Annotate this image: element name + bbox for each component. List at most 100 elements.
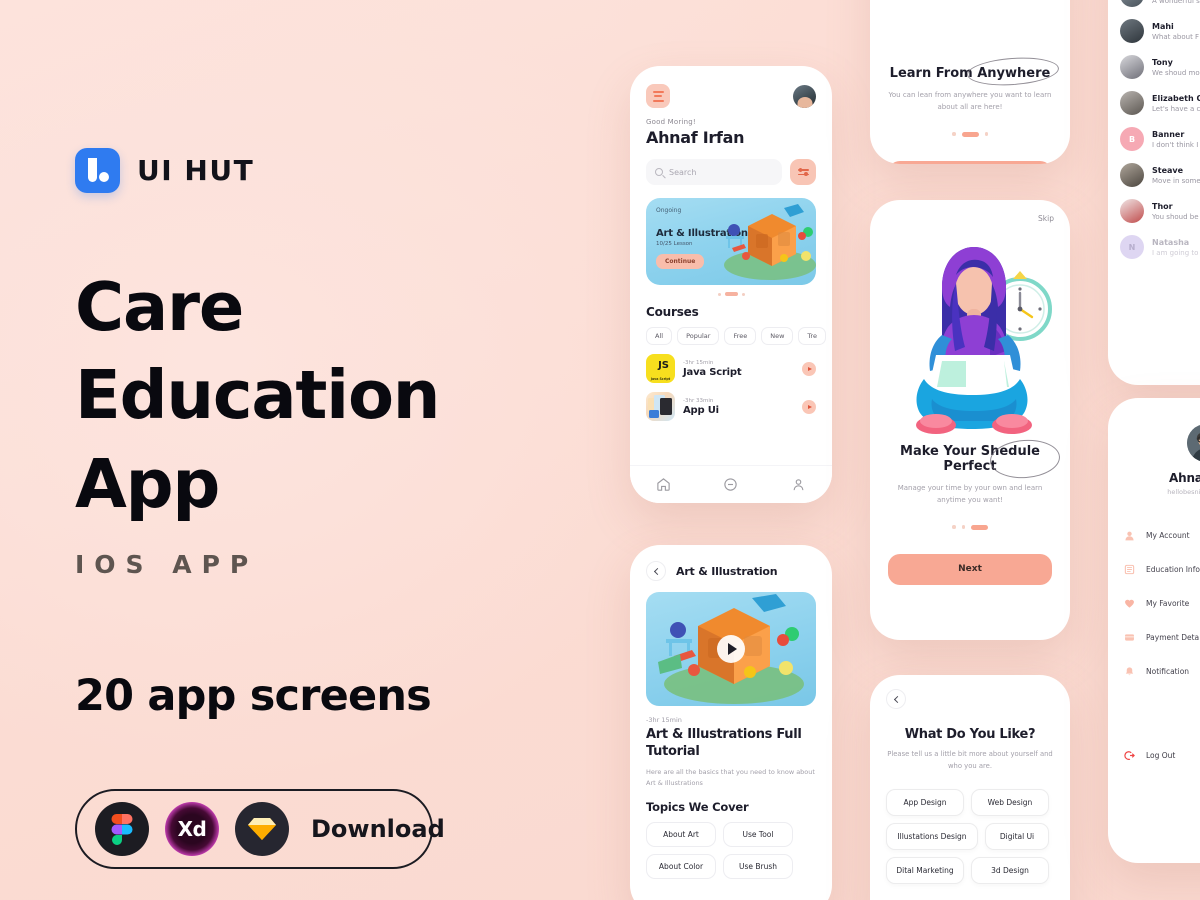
screens-count: 20 app screens xyxy=(75,671,432,722)
next-button[interactable]: Next xyxy=(888,553,1052,585)
avatar xyxy=(1120,199,1144,223)
person-icon[interactable] xyxy=(791,477,806,492)
list-item[interactable]: Tony We shoud mo xyxy=(1120,55,1200,79)
pager-dot-active[interactable] xyxy=(961,131,979,137)
topic-chip-use-brush[interactable]: Use Brush xyxy=(723,854,793,880)
course-detail-mockup: Art & Illustration -3hr 15min Art & Illu… xyxy=(630,545,832,900)
interest-chip-digital-ui[interactable]: Digital Ui xyxy=(985,823,1049,851)
chevron-left-icon[interactable] xyxy=(886,689,906,709)
download-label: Download xyxy=(311,815,445,844)
heart-icon xyxy=(1125,599,1134,608)
chat-name: Thor xyxy=(1152,201,1173,211)
play-icon[interactable] xyxy=(802,399,816,414)
course-duration: -3hr 15min xyxy=(683,359,714,366)
course-heading: Art & Illustrations Full Tutorial xyxy=(646,727,802,759)
chat-message: A wonderful s xyxy=(1152,0,1200,5)
carousel-pager[interactable] xyxy=(646,292,816,296)
profile-email: hellobesnik@gmail.com xyxy=(1167,488,1200,496)
list-item[interactable]: B Banner I don't think I xyxy=(1120,127,1200,151)
filter-sliders-icon[interactable] xyxy=(790,159,816,185)
topic-chip-use-tool[interactable]: Use Tool xyxy=(723,822,793,848)
filter-chip-new[interactable]: New xyxy=(761,327,794,345)
continue-button[interactable]: Continue xyxy=(656,254,705,269)
menu-item-my-account[interactable]: My Account xyxy=(1108,518,1200,552)
menu-item-notification[interactable]: Notification xyxy=(1108,654,1200,688)
topic-chip-about-art[interactable]: About Art xyxy=(646,822,716,848)
user-avatar[interactable] xyxy=(793,84,816,108)
hamburger-icon[interactable] xyxy=(646,84,670,108)
list-item[interactable]: JS Java Script -3hr 15min Java Script xyxy=(646,354,816,383)
figma-icon[interactable] xyxy=(95,802,149,857)
list-item[interactable]: Thor You shoud be xyxy=(1120,199,1200,223)
interests-header xyxy=(870,675,1070,709)
menu-item-payment-details[interactable]: Payment Deta xyxy=(1108,620,1200,654)
menu-item-education-info[interactable]: Education Info xyxy=(1108,552,1200,586)
course-name: App Ui xyxy=(683,404,719,416)
course-tag: Ongoing xyxy=(656,207,682,214)
logout-button[interactable]: Log Out xyxy=(1108,750,1200,761)
adobe-xd-icon[interactable]: Xd xyxy=(165,802,219,857)
list-item[interactable]: Mahi What about F xyxy=(1120,19,1200,43)
pager-dot[interactable] xyxy=(717,292,721,296)
list-item[interactable]: Rozanne Bo A wonderful s xyxy=(1120,0,1200,7)
isometric-art-illustration xyxy=(724,204,816,280)
download-button[interactable]: Xd Download xyxy=(75,789,445,870)
chevron-left-icon[interactable] xyxy=(646,561,666,581)
pager-dot[interactable] xyxy=(952,132,956,136)
chat-icon[interactable] xyxy=(723,477,738,492)
chat-name: Banner xyxy=(1152,129,1185,139)
avatar xyxy=(1120,55,1144,79)
next-button[interactable]: Next xyxy=(888,160,1052,164)
pager-dot-active[interactable] xyxy=(971,524,988,530)
pager-dot[interactable] xyxy=(952,525,956,529)
filter-chip-all[interactable]: All xyxy=(646,327,673,345)
search-icon xyxy=(655,168,663,176)
chat-message: You shoud be xyxy=(1152,212,1199,221)
list-item[interactable]: -3hr 33min App Ui xyxy=(646,392,816,421)
pager-dot[interactable] xyxy=(961,525,965,529)
filter-chip-free[interactable]: Free xyxy=(724,327,757,345)
topic-chip-about-color[interactable]: About Color xyxy=(646,854,716,880)
filter-chip-popular[interactable]: Popular xyxy=(677,327,720,345)
chat-message: I am going to xyxy=(1152,248,1199,257)
interests-title: What Do You Like? xyxy=(904,727,1036,742)
woman-with-laptop-illustration xyxy=(870,200,1070,440)
ongoing-course-card[interactable]: Ongoing Art & Illustration 10/25 Lesson … xyxy=(646,198,816,285)
play-icon[interactable] xyxy=(802,361,816,376)
courses-section-title: Courses xyxy=(646,305,699,319)
course-video-thumbnail[interactable] xyxy=(646,592,816,706)
filter-chip-trending[interactable]: Tre xyxy=(798,327,826,345)
interest-chip-app-design[interactable]: App Design xyxy=(886,789,964,817)
pager-dot[interactable] xyxy=(741,292,745,296)
list-item[interactable]: Steave Move in some xyxy=(1120,163,1200,187)
menu-label: Notification xyxy=(1146,666,1190,676)
interests-description: Please tell us a little bit more about y… xyxy=(887,750,1053,770)
profile-avatar[interactable] xyxy=(1187,424,1200,462)
list-item[interactable]: N Natasha I am going to xyxy=(1120,235,1200,259)
course-description: Here are all the basics that you need to… xyxy=(646,768,815,787)
sketch-icon[interactable] xyxy=(235,802,289,857)
bottom-tab-bar xyxy=(630,465,832,503)
interest-chip-dital-marketing[interactable]: Dital Marketing xyxy=(886,857,964,885)
hero-panel: UI HUT Care Education App IOS APP 20 app… xyxy=(75,148,595,870)
menu-item-my-favorite[interactable]: My Favorite xyxy=(1108,586,1200,620)
interest-chip-3d-design[interactable]: 3d Design xyxy=(971,857,1049,885)
play-icon[interactable] xyxy=(717,635,745,663)
pager-dot[interactable] xyxy=(984,132,988,136)
list-item[interactable]: Elizabeth Ol Let's have a c xyxy=(1120,91,1200,115)
chat-name: Tony xyxy=(1152,57,1173,67)
page-title: Care Education App xyxy=(75,263,595,528)
topics-title: Topics We Cover xyxy=(646,800,749,815)
onboarding-pager[interactable] xyxy=(888,131,1052,137)
interest-chip-illustations-design[interactable]: Illustations Design xyxy=(886,823,978,851)
search-input[interactable]: Search xyxy=(646,159,782,185)
interest-chip-web-design[interactable]: Web Design xyxy=(971,789,1049,817)
course-duration: -3hr 33min xyxy=(683,397,714,404)
home-icon[interactable] xyxy=(656,477,671,492)
onboarding-description: Manage your time by your own and learn a… xyxy=(897,484,1043,505)
avatar-initial: B xyxy=(1128,134,1136,144)
pager-dot-active[interactable] xyxy=(724,292,738,296)
chat-name: Steave xyxy=(1152,165,1184,175)
onboarding-pager[interactable] xyxy=(888,524,1052,530)
skip-button[interactable]: Skip xyxy=(1038,214,1054,223)
